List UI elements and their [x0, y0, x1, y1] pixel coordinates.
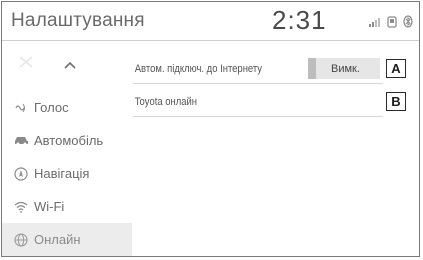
- header-bar: Налаштування 2:31: [2, 2, 419, 41]
- clock: 2:31: [272, 5, 327, 35]
- settings-screen: Налаштування 2:31 Голос Автомобіль Навіг…: [1, 1, 420, 257]
- sidebar-item-label: Автомобіль: [34, 133, 104, 148]
- settings-list: Автом. підключ. до Інтернету Вимк. Toyot…: [133, 41, 419, 256]
- sidebar-item-label: Голос: [34, 100, 69, 115]
- wifi-icon: [13, 200, 29, 214]
- car-icon: [13, 134, 29, 148]
- sidebar-item-wifi[interactable]: Wi-Fi: [2, 190, 132, 223]
- chevron-up-icon: [60, 59, 80, 76]
- sidebar-item-label: Навігація: [34, 166, 90, 181]
- ghost-back-arrow-icon: [18, 55, 34, 72]
- sidebar: Голос Автомобіль Навігація Wi-Fi Онлайн: [2, 41, 132, 256]
- sidebar-item-voice[interactable]: Голос: [2, 91, 132, 124]
- sidebar-item-label: Wi-Fi: [34, 199, 65, 214]
- callout-label-a: A: [386, 59, 406, 78]
- status-icons: [369, 15, 413, 28]
- auto-connect-toggle[interactable]: Вимк.: [308, 58, 380, 79]
- voice-icon: [13, 101, 29, 115]
- setting-label: Toyota онлайн: [134, 95, 198, 108]
- setting-label: Автом. підключ. до Інтернету: [134, 62, 263, 75]
- globe-icon: [13, 232, 29, 247]
- callout-label-b: B: [386, 92, 406, 111]
- toggle-value: Вимк.: [331, 62, 360, 75]
- sidebar-item-label: Онлайн: [34, 232, 81, 247]
- sidebar-item-vehicle[interactable]: Автомобіль: [2, 124, 132, 157]
- page-title: Налаштування: [11, 10, 145, 31]
- navigation-icon: [13, 166, 29, 181]
- signal-icon: [369, 17, 381, 27]
- bluetooth-icon: [403, 15, 413, 28]
- scroll-up-button[interactable]: [60, 58, 80, 72]
- sidebar-item-online[interactable]: Онлайн: [2, 223, 132, 256]
- sidebar-item-navigation[interactable]: Навігація: [2, 157, 132, 190]
- phone-icon: [387, 15, 397, 28]
- setting-row-toyota-online[interactable]: Toyota онлайн: [133, 87, 383, 117]
- toggle-knob: [308, 58, 316, 79]
- setting-row-auto-connect[interactable]: Автом. підключ. до Інтернету Вимк.: [133, 54, 383, 84]
